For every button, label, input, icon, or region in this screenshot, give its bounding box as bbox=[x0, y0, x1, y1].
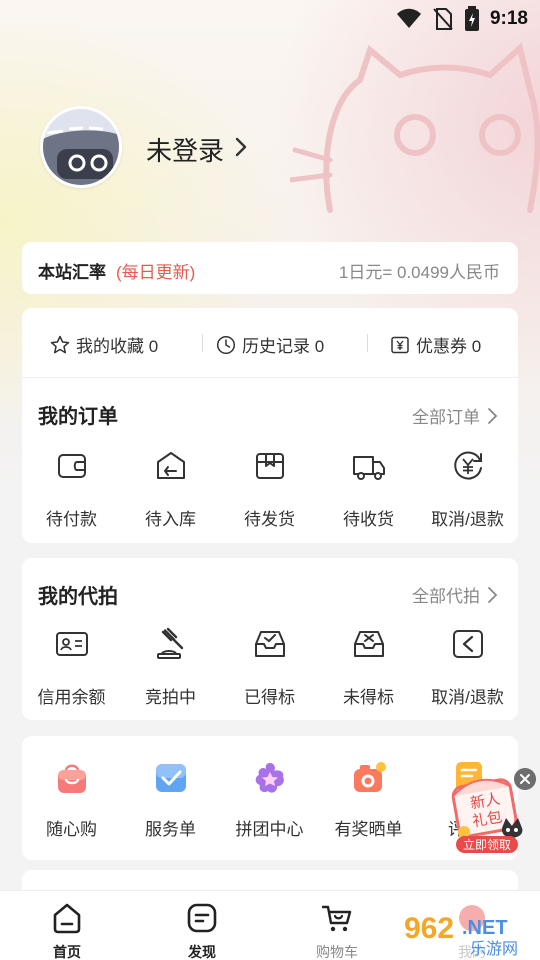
bid-status-label: 竞拍中 bbox=[145, 688, 196, 707]
watermark-text: 乐游网 bbox=[470, 940, 518, 958]
order-pending-payment[interactable]: 待付款 bbox=[22, 448, 121, 530]
nav-cart[interactable]: 购物车 bbox=[297, 901, 377, 960]
history-shortcut[interactable]: 历史记录 0 bbox=[216, 332, 324, 357]
service-label: 服务单 bbox=[145, 820, 196, 839]
chevron-right-icon bbox=[488, 407, 498, 424]
service-label: 拼团中心 bbox=[235, 820, 304, 839]
warehouse-icon bbox=[156, 452, 185, 479]
login-link[interactable]: 未登录 bbox=[146, 131, 224, 168]
order-status-label: 待发货 bbox=[244, 510, 295, 529]
wallet-icon bbox=[57, 454, 86, 478]
nav-discover[interactable]: 发现 bbox=[162, 901, 242, 960]
watermark-domain: .NET bbox=[462, 917, 508, 939]
clock-icon bbox=[216, 335, 236, 354]
site-watermark: 962 .NET 乐游网 bbox=[398, 902, 540, 958]
battery-icon bbox=[464, 6, 479, 31]
bid-status-label: 已得标 bbox=[244, 688, 295, 707]
close-icon[interactable] bbox=[514, 768, 536, 790]
favorites-shortcut[interactable]: 我的收藏 0 bbox=[50, 332, 158, 357]
bag-icon bbox=[57, 764, 86, 793]
service-label: 随心购 bbox=[46, 820, 97, 839]
service-label: 有奖晒单 bbox=[334, 820, 403, 839]
divider bbox=[202, 334, 203, 352]
chevron-right-icon[interactable] bbox=[232, 136, 250, 158]
discover-icon bbox=[187, 903, 217, 933]
status-bar: 9:18 bbox=[0, 0, 540, 36]
nav-home[interactable]: 首页 bbox=[27, 901, 107, 960]
services-card: 随心购 服务单 拼团中心 有奖晒单 评 bbox=[22, 736, 518, 860]
service-share-reward[interactable]: 有奖晒单 bbox=[319, 760, 418, 840]
coupon-shortcut[interactable]: 优惠券 0 bbox=[390, 332, 481, 357]
camera-icon bbox=[353, 762, 386, 792]
service-group-buy[interactable]: 拼团中心 bbox=[220, 760, 319, 840]
wifi-icon bbox=[396, 8, 421, 28]
gift-button-label: 立即领取 bbox=[463, 837, 511, 852]
bid-status-label: 未得标 bbox=[343, 688, 394, 707]
bids-card: 我的代拍 全部代拍 信用余额 竞拍中 已得标 未得标 取消/退款 bbox=[22, 558, 518, 720]
order-refund[interactable]: 取消/退款 bbox=[418, 448, 517, 530]
coupon-label: 优惠券 0 bbox=[416, 337, 482, 356]
bid-lost[interactable]: 未得标 bbox=[319, 626, 418, 708]
order-pending-receipt[interactable]: 待收货 bbox=[319, 448, 418, 530]
order-pending-storage[interactable]: 待入库 bbox=[121, 448, 220, 530]
box-icon bbox=[255, 453, 284, 479]
status-time: 9:18 bbox=[489, 8, 528, 29]
bid-credit-balance[interactable]: 信用余额 bbox=[22, 626, 121, 708]
no-sim-icon bbox=[433, 8, 453, 30]
home-icon bbox=[53, 903, 81, 934]
group-icon bbox=[255, 763, 284, 793]
service-orders[interactable]: 服务单 bbox=[121, 760, 220, 840]
bid-status-label: 取消/退款 bbox=[431, 688, 504, 707]
order-status-label: 待入库 bbox=[145, 510, 196, 529]
nav-home-label: 首页 bbox=[53, 944, 81, 960]
nav-discover-label: 发现 bbox=[188, 944, 216, 960]
divider bbox=[367, 334, 368, 352]
order-status-label: 待付款 bbox=[46, 510, 97, 529]
order-pending-shipment[interactable]: 待发货 bbox=[220, 448, 319, 530]
inbox-check-icon bbox=[254, 631, 285, 657]
exchange-rate-label: 本站汇率 bbox=[38, 263, 106, 282]
refund-icon bbox=[453, 451, 482, 480]
all-orders-link[interactable]: 全部订单 bbox=[412, 403, 498, 428]
coupon-icon bbox=[391, 336, 409, 353]
return-icon bbox=[452, 630, 483, 658]
nav-cart-label: 购物车 bbox=[316, 944, 358, 960]
cart-icon bbox=[321, 905, 352, 932]
bid-refund[interactable]: 取消/退款 bbox=[418, 626, 517, 708]
order-status-label: 待收货 bbox=[343, 510, 394, 529]
inbox-x-icon bbox=[353, 631, 384, 657]
chevron-right-icon bbox=[488, 586, 498, 603]
order-status-label: 取消/退款 bbox=[431, 510, 504, 529]
truck-icon bbox=[352, 456, 385, 480]
all-bids-label: 全部代拍 bbox=[412, 587, 480, 606]
gavel-icon bbox=[156, 627, 183, 659]
watermark-brand: 962 bbox=[404, 912, 454, 945]
shortcut-row: 我的收藏 0 历史记录 0 优惠券 0 bbox=[22, 308, 518, 378]
orders-title: 我的订单 bbox=[38, 406, 118, 428]
all-bids-link[interactable]: 全部代拍 bbox=[412, 582, 498, 607]
exchange-rate-update-tag: (每日更新) bbox=[116, 263, 196, 282]
bid-status-label: 信用余额 bbox=[37, 688, 106, 707]
all-orders-label: 全部订单 bbox=[412, 408, 480, 427]
orders-card: 我的收藏 0 历史记录 0 优惠券 0 我的订单 全部订单 待付款 待入库 待发… bbox=[22, 308, 518, 543]
history-label: 历史记录 0 bbox=[242, 337, 325, 356]
exchange-rate-card: 本站汇率 (每日更新) 1日元= 0.0499人民币 bbox=[22, 242, 518, 294]
cat-watermark-icon bbox=[290, 42, 540, 213]
id-card-icon bbox=[55, 632, 88, 656]
star-icon bbox=[50, 335, 70, 353]
bid-in-progress[interactable]: 竞拍中 bbox=[121, 626, 220, 708]
exchange-rate-value: 1日元= 0.0499人民币 bbox=[338, 263, 500, 282]
service-suixingou[interactable]: 随心购 bbox=[22, 760, 121, 840]
favorites-label: 我的收藏 0 bbox=[76, 337, 159, 356]
service-icon bbox=[155, 764, 186, 792]
bids-title: 我的代拍 bbox=[38, 586, 118, 608]
avatar[interactable] bbox=[40, 106, 122, 188]
bid-won[interactable]: 已得标 bbox=[220, 626, 319, 708]
